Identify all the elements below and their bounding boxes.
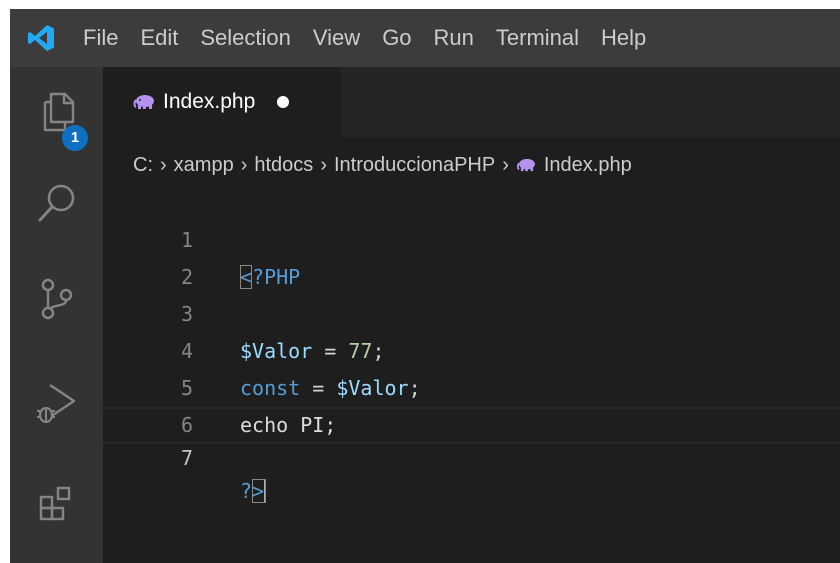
tab-label: Index.php (163, 90, 256, 113)
chevron-right-icon: › (160, 153, 167, 176)
menu-file[interactable]: File (72, 9, 129, 67)
menu-edit[interactable]: Edit (129, 9, 189, 67)
explorer-badge: 1 (62, 125, 88, 151)
menu-view[interactable]: View (302, 9, 371, 67)
breadcrumb-htdocs[interactable]: htdocs (254, 154, 313, 177)
menu-selection[interactable]: Selection (189, 9, 302, 67)
search-icon (38, 184, 74, 222)
code-line-5[interactable]: 5 echo PI; (103, 333, 840, 437)
extensions-icon (39, 486, 70, 521)
breadcrumb-drive[interactable]: C: (133, 154, 153, 177)
menu-help[interactable]: Help (590, 9, 657, 67)
chevron-right-icon: › (240, 153, 248, 176)
code-line-2[interactable]: 2 (103, 222, 840, 289)
menu-terminal[interactable]: Terminal (485, 9, 590, 67)
tab-index-php[interactable]: Index.php (103, 67, 341, 137)
extensions-button[interactable] (10, 464, 103, 544)
run-debug-button[interactable] (10, 364, 103, 444)
breadcrumb: C: › xampp › htdocs › IntroduccionaPHP ›… (133, 150, 632, 180)
php-elephant-icon (133, 95, 154, 109)
tab-bar: Index.php (103, 67, 840, 137)
code-line-1[interactable]: 1 <?PHP (103, 185, 840, 289)
chevron-right-icon: › (320, 153, 327, 176)
php-elephant-icon (516, 158, 535, 172)
breadcrumb-xampp[interactable]: xampp (174, 154, 234, 177)
menu-go[interactable]: Go (371, 9, 422, 67)
php-close-bracket: > (252, 479, 267, 503)
code-line-6[interactable]: 6 (103, 370, 840, 437)
explorer-button[interactable]: 1 (10, 73, 103, 153)
menu-run[interactable]: Run (423, 9, 485, 67)
source-control-button[interactable] (10, 259, 103, 339)
activity-bar: 1 (10, 67, 103, 563)
code-line-7[interactable]: 7 ?> (103, 407, 840, 503)
unsaved-dot-icon[interactable] (277, 96, 290, 108)
code-line-3[interactable]: 3 $Valor = 77; (103, 259, 840, 363)
line-number-active: 7 (180, 446, 193, 470)
source-control-icon (41, 278, 72, 320)
chevron-right-icon: › (502, 153, 509, 176)
breadcrumb-file[interactable]: Index.php (544, 154, 632, 177)
search-button[interactable] (10, 163, 103, 243)
breadcrumb-folder[interactable]: IntroduccionaPHP (334, 154, 495, 177)
vscode-logo-icon (10, 9, 72, 67)
code-editor[interactable]: 1 <?PHP 2 3 $Valor = 77; 4 const = $Valo… (103, 185, 840, 563)
vscode-window: File Edit Selection View Go Run Terminal… (10, 9, 840, 563)
code-line-4[interactable]: 4 const = $Valor; (103, 296, 840, 400)
menu-bar: File Edit Selection View Go Run Terminal… (10, 9, 840, 67)
run-debug-icon (36, 384, 75, 424)
php-close-tag: ? (240, 479, 253, 503)
